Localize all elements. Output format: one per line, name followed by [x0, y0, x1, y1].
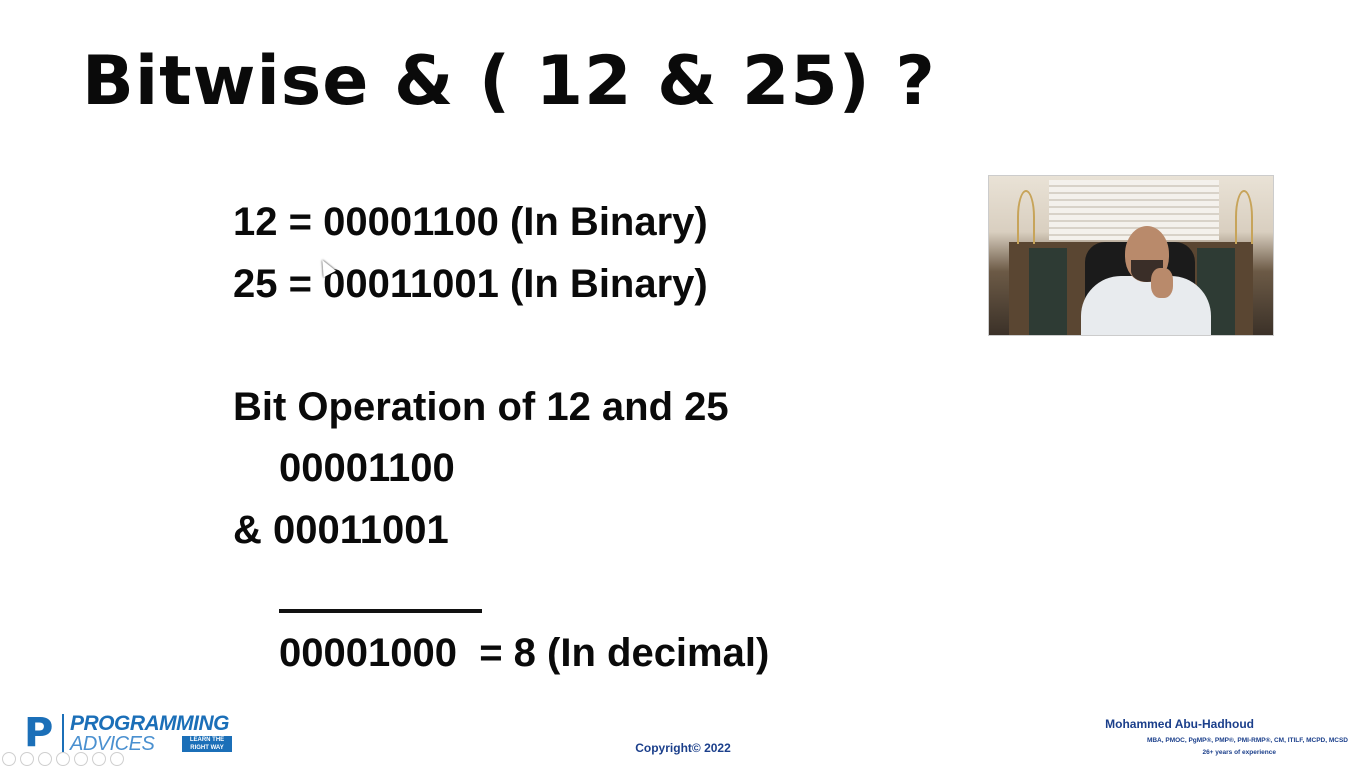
player-control-icon[interactable] — [38, 752, 52, 766]
player-control-icon[interactable] — [2, 752, 16, 766]
operand-2: & 00011001 — [233, 508, 449, 552]
player-control-icon[interactable] — [56, 752, 70, 766]
result-line: 00001000 = 8 (In decimal) — [279, 631, 770, 675]
player-control-icon[interactable] — [110, 752, 124, 766]
line-25-binary: 25 = 00011001 (In Binary) — [233, 262, 708, 306]
operand-1: 00001100 — [279, 446, 455, 490]
slide-title: Bitwise & ( 12 & 25) ? — [82, 42, 936, 121]
player-control-icon[interactable] — [20, 752, 34, 766]
result-underline — [279, 609, 482, 613]
author-credentials: MBA, PMOC, PgMP®, PMP®, PMI-RMP®, CM, IT… — [1146, 737, 1348, 744]
author-name: Mohammed Abu-Hadhoud — [1105, 717, 1254, 731]
bit-operation-heading: Bit Operation of 12 and 25 — [233, 385, 729, 429]
presenter-video — [988, 175, 1274, 336]
player-control-icon[interactable] — [74, 752, 88, 766]
line-12-binary: 12 = 00001100 (In Binary) — [233, 200, 708, 244]
author-experience: 26+ years of experience — [1202, 749, 1276, 756]
player-controls[interactable] — [2, 752, 124, 766]
player-control-icon[interactable] — [92, 752, 106, 766]
